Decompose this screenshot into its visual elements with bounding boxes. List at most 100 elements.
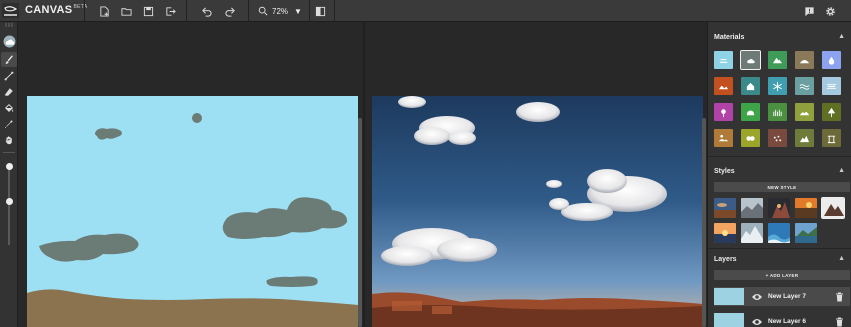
material-gravel[interactable]: [768, 129, 787, 147]
gravel-icon: [773, 135, 782, 141]
material-tree[interactable]: [822, 103, 841, 121]
toolbar-divider: [84, 0, 85, 22]
hill-icon: [799, 59, 810, 63]
style-thumbnail[interactable]: [768, 198, 790, 218]
brush-icon[interactable]: [1, 52, 17, 67]
style-thumbnail[interactable]: [821, 197, 845, 219]
zoom-control[interactable]: 72% ▼: [258, 3, 306, 19]
eye-icon[interactable]: [751, 317, 763, 327]
material-picker-icon[interactable]: [1, 34, 17, 49]
top-toolbar: CANVASBETA 72% ▼: [0, 0, 851, 22]
material-sky[interactable]: [714, 51, 733, 69]
style-thumbnail[interactable]: [741, 198, 763, 218]
house-icon: [746, 82, 755, 90]
style-thumbnail[interactable]: [741, 223, 763, 243]
app-title: CANVASBETA: [25, 4, 88, 16]
drawing-canvas[interactable]: [27, 96, 358, 327]
snowflake-icon: [773, 81, 782, 91]
undo-icon[interactable]: [198, 3, 214, 19]
sand-icon: [718, 134, 729, 141]
layers-collapse-icon[interactable]: ▲: [838, 255, 845, 262]
panel-divider: [708, 156, 851, 157]
split-divider[interactable]: [363, 22, 365, 327]
toolbar-divider: [248, 0, 249, 22]
brush-size-knob-top[interactable]: [5, 163, 13, 170]
fill-icon[interactable]: [1, 100, 17, 115]
new-style-button[interactable]: NEW STYLE: [714, 182, 850, 192]
materials-title: Materials: [714, 34, 745, 41]
tree-icon: [827, 107, 836, 117]
material-cloud[interactable]: [739, 49, 762, 71]
bush-icon: [746, 110, 755, 115]
rock-icon: [799, 135, 810, 142]
zoom-icon: [258, 6, 268, 16]
material-dirt[interactable]: [714, 77, 733, 95]
fog-icon: [826, 83, 837, 89]
shrub-icon: [746, 135, 755, 141]
material-mountain[interactable]: [768, 51, 787, 69]
eye-icon[interactable]: [751, 292, 763, 302]
new-file-icon[interactable]: [96, 3, 112, 19]
style-thumbnail[interactable]: [714, 223, 736, 243]
material-snowflake[interactable]: [768, 77, 787, 95]
export-icon[interactable]: [162, 3, 178, 19]
toolbar-divider: [186, 0, 187, 22]
eraser-icon[interactable]: [1, 84, 17, 99]
flower-icon: [721, 108, 726, 117]
panel-divider: [708, 248, 851, 249]
line-icon[interactable]: [1, 68, 17, 83]
redo-icon[interactable]: [222, 3, 238, 19]
zoom-value: 72%: [272, 6, 289, 16]
brush-size-knob[interactable]: [5, 198, 13, 205]
style-thumbnail[interactable]: [795, 198, 817, 218]
save-icon[interactable]: [140, 3, 156, 19]
material-rock[interactable]: [795, 129, 814, 147]
sky-icon: [719, 58, 728, 63]
split-view-icon[interactable]: [312, 3, 328, 19]
output-scrollbar[interactable]: [702, 118, 706, 327]
add-layer-button[interactable]: + ADD LAYER: [714, 270, 850, 280]
layer-name: New Layer 6: [768, 318, 806, 325]
chevron-down-icon[interactable]: ▼: [294, 7, 302, 16]
brush-size-slider[interactable]: [8, 165, 10, 245]
layer-item[interactable]: New Layer 6: [714, 312, 850, 327]
material-sea[interactable]: [795, 77, 814, 95]
beta-badge: BETA: [73, 4, 88, 10]
rail-divider: [3, 152, 15, 153]
style-thumbnail[interactable]: [714, 198, 736, 218]
layer-thumbnail: [714, 313, 744, 327]
material-fog[interactable]: [822, 77, 841, 95]
settings-icon[interactable]: [822, 3, 838, 19]
material-shrub[interactable]: [741, 129, 760, 147]
sea-icon: [799, 83, 810, 90]
material-ruins[interactable]: [822, 129, 841, 147]
dirt-icon: [718, 85, 729, 89]
drawing-scrollbar[interactable]: [358, 118, 362, 327]
eyedropper-icon[interactable]: [1, 116, 17, 131]
material-grass[interactable]: [768, 103, 787, 121]
material-water-drop[interactable]: [822, 51, 841, 69]
trash-icon[interactable]: [835, 292, 844, 302]
layer-thumbnail: [714, 288, 744, 305]
materials-collapse-icon[interactable]: ▲: [838, 33, 845, 40]
material-house[interactable]: [741, 77, 760, 95]
layers-title: Layers: [714, 256, 737, 263]
material-bush[interactable]: [741, 103, 760, 121]
ruins-icon: [827, 135, 836, 143]
material-sand[interactable]: [714, 129, 733, 147]
trash-icon[interactable]: [835, 317, 844, 327]
cloud-icon: [747, 58, 755, 63]
style-thumbnail[interactable]: [795, 223, 817, 243]
layer-item[interactable]: New Layer 7: [714, 287, 850, 306]
material-flower[interactable]: [714, 103, 733, 121]
toolbar-divider: [334, 0, 335, 22]
style-thumbnail[interactable]: [768, 223, 790, 243]
pan-hand-icon[interactable]: [1, 132, 17, 147]
material-hills-green[interactable]: [795, 103, 814, 121]
styles-collapse-icon[interactable]: ▲: [838, 167, 845, 174]
material-hill[interactable]: [795, 51, 814, 69]
open-folder-icon[interactable]: [118, 3, 134, 19]
feedback-icon[interactable]: [801, 3, 817, 19]
styles-title: Styles: [714, 168, 735, 175]
layer-name: New Layer 7: [768, 293, 806, 300]
